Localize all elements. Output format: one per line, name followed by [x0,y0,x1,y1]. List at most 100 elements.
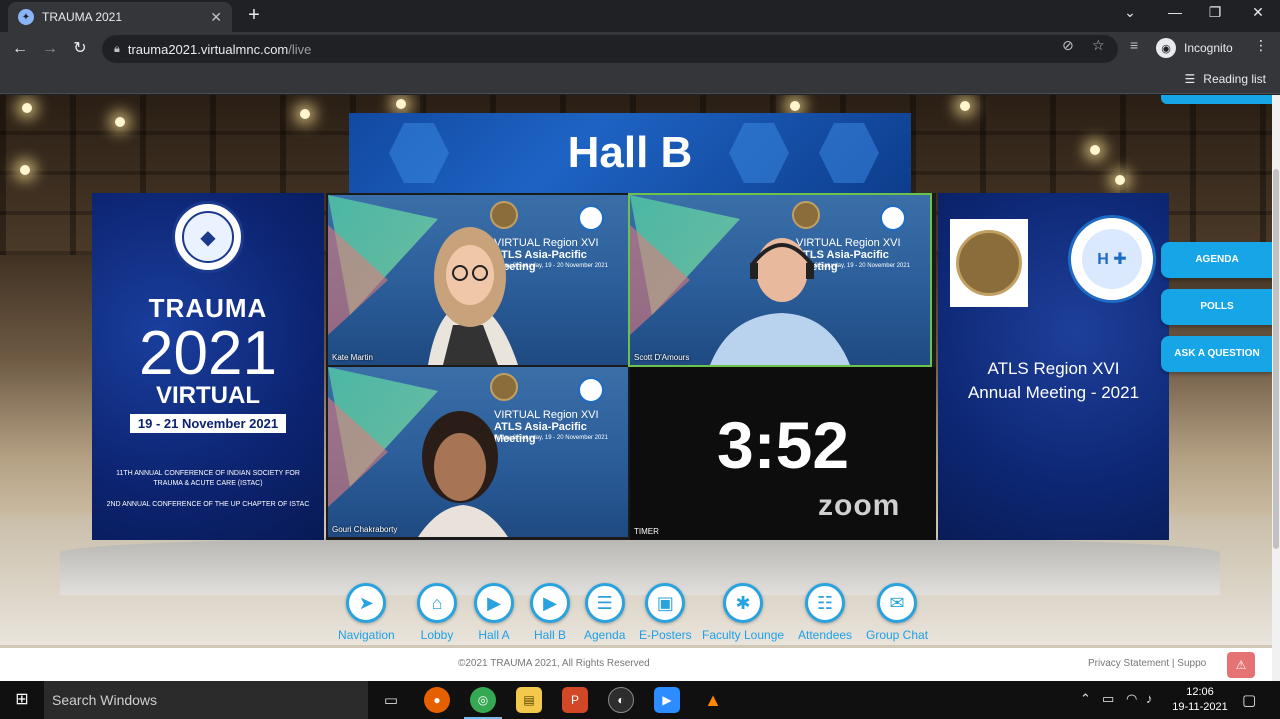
istac-logo: ◆ [172,201,244,273]
banner-hexagon-decoration [729,123,789,183]
incognito-label: Incognito [1184,41,1233,55]
ceiling-light [20,165,30,175]
participant-name: Kate Martin [332,353,373,362]
atls-panel: H ✚ ATLS Region XVI Annual Meeting - 202… [938,193,1169,540]
nav-lobby[interactable]: ⌂ Lobby [417,583,457,642]
nav-hall-a[interactable]: ▶ Hall A [474,583,514,642]
vlc-icon[interactable]: ▲ [700,687,726,713]
chrome-icon[interactable]: ◎ [464,687,502,719]
nav-label: Attendees [798,628,853,642]
task-view-icon[interactable]: ▭ [378,687,404,713]
page-footer: ©2021 TRAUMA 2021, All Rights Reserved P… [0,648,1272,681]
window-minimize-button[interactable]: — [1163,4,1187,20]
banner-hexagon-decoration [389,123,449,183]
ceiling-light [22,103,32,113]
trauma-2021-panel: ◆ TRAUMA 2021 VIRTUAL 19 - 21 November 2… [92,193,324,540]
bottom-navigation: ➤ Navigation ⌂ Lobby ▶ Hall A ▶ Hall B ☰… [330,583,950,643]
obs-icon[interactable]: ◐ [608,687,634,713]
zoom-video-grid: VIRTUAL Region XVI ATLS Asia-Pacific Mee… [326,193,936,540]
back-arrow-icon[interactable]: ← [9,38,31,60]
browser-menu-icon[interactable]: ⋮ [1254,37,1268,54]
window-close-button[interactable]: ✕ [1246,4,1270,21]
nav-navigation[interactable]: ➤ Navigation [338,583,395,642]
hall-banner: Hall B [349,113,911,193]
panel-year-text: 2021 [139,319,277,388]
address-bar[interactable]: 🔒︎ trauma2021.virtualmnc.com/live [102,35,1118,63]
taskbar-time: 12:06 [1186,686,1214,698]
scrollbar-thumb[interactable] [1273,169,1279,549]
istac-badge-icon [578,205,604,231]
nav-agenda[interactable]: ☰ Agenda [584,583,625,642]
windows-start-icon[interactable]: ⊞ [0,681,44,719]
new-tab-button[interactable]: + [244,5,264,25]
firefox-icon[interactable]: ● [424,687,450,713]
ceiling-light [115,117,125,127]
lock-icon: 🔒︎ [114,42,120,55]
tray-expand-icon[interactable]: ⌃ [1080,691,1091,707]
atls-india-logo: H ✚ [1068,215,1156,303]
window-restore-button[interactable]: ❐ [1203,4,1227,21]
zoom-app-icon[interactable]: ▶ [654,687,680,713]
forward-arrow-icon[interactable]: → [39,38,61,60]
url-domain: trauma2021.virtualmnc.com [127,41,289,57]
file-explorer-icon[interactable]: ▤ [516,687,542,713]
conference-description-2: 2ND ANNUAL CONFERENCE OF THE UP CHAPTER … [106,501,310,508]
ceiling-light [1090,145,1100,155]
alert-warning-icon[interactable]: ⚠ [1227,652,1255,678]
nav-faculty-lounge[interactable]: ✱ Faculty Lounge [702,583,784,642]
polls-button[interactable]: POLLS [1161,289,1273,325]
tracking-blocked-eye-icon[interactable]: ⊘ [1062,37,1074,54]
incognito-icon: ◉ [1156,38,1176,58]
video-tile-gouri-chakraborty[interactable]: VIRTUAL Region XVI ATLS Asia-Pacific Mee… [328,367,628,537]
atls-meeting-title: ATLS Region XVI Annual Meeting - 2021 [938,357,1169,405]
tab-close-icon[interactable]: ✕ [210,9,222,26]
nav-group-chat[interactable]: ✉ Group Chat [866,583,928,642]
wifi-icon[interactable]: ◠ [1126,691,1137,707]
ceiling-light [960,101,970,111]
taskbar-clock[interactable]: 12:06 19-11-2021 [1172,685,1228,715]
hall-b-play-icon: ▶ [530,583,570,623]
atls-title-line2: Annual Meeting - 2021 [967,383,1140,402]
top-side-tab[interactable] [1161,95,1273,104]
powerpoint-icon[interactable]: P [562,687,588,713]
footer-links[interactable]: Privacy Statement | Suppo [1088,658,1206,669]
browser-tab[interactable]: ✦ TRAUMA 2021 ✕ [8,2,232,32]
conference-description-1: 11TH ANNUAL CONFERENCE OF INDIAN SOCIETY… [116,470,300,487]
copyright-text: ©2021 TRAUMA 2021, All Rights Reserved [458,658,650,669]
nav-label: Faculty Lounge [702,628,785,642]
reload-icon[interactable]: ↻ [69,38,91,60]
battery-icon[interactable]: ▭ [1102,691,1114,707]
india-map-icon: ◆ [182,211,234,263]
page-scrollbar[interactable] [1272,95,1280,681]
ceiling-light [396,99,406,109]
faculty-lounge-network-icon: ✱ [723,583,764,623]
site-favicon-icon: ✦ [18,9,34,25]
bookmark-star-icon[interactable]: ☆ [1092,37,1105,54]
participant-video-gouri-chakraborty [418,411,508,537]
participant-name: Scott D'Amours [634,353,690,362]
nav-attendees[interactable]: ☷ Attendees [798,583,852,642]
nav-e-posters[interactable]: ▣ E-Posters [639,583,692,642]
volume-icon[interactable]: ♪ [1146,691,1153,706]
tab-search-dropdown-icon[interactable]: ⌄ [1118,4,1142,21]
incognito-profile[interactable]: ◉ Incognito [1156,38,1233,58]
attendees-book-icon: ☷ [805,583,846,623]
notifications-icon[interactable]: ▢ [1242,691,1256,709]
ceiling-light [300,109,310,119]
taskbar-search-box[interactable]: Search Windows [44,681,368,719]
agenda-button[interactable]: AGENDA [1161,242,1273,278]
hall-a-play-icon: ▶ [474,583,514,623]
nav-hall-b[interactable]: ▶ Hall B [530,583,570,642]
reading-list-button[interactable]: ☰ Reading list [1185,72,1266,86]
agenda-clipboard-icon: ☰ [584,583,625,623]
media-queue-icon[interactable]: ≡ [1130,37,1138,53]
group-chat-bubble-icon: ✉ [877,583,918,623]
ceiling-light [1115,175,1125,185]
istac-badge-icon [578,377,604,403]
lobby-desk-icon: ⌂ [417,583,457,623]
participant-video-scott-damours [710,238,850,365]
ask-question-button[interactable]: ASK A QUESTION [1161,336,1273,372]
video-tile-kate-martin[interactable]: VIRTUAL Region XVI ATLS Asia-Pacific Mee… [328,195,628,365]
video-tile-scott-damours[interactable]: VIRTUAL Region XVI ATLS Asia-Pacific Mee… [628,193,932,367]
surgeons-college-seal [950,219,1028,307]
